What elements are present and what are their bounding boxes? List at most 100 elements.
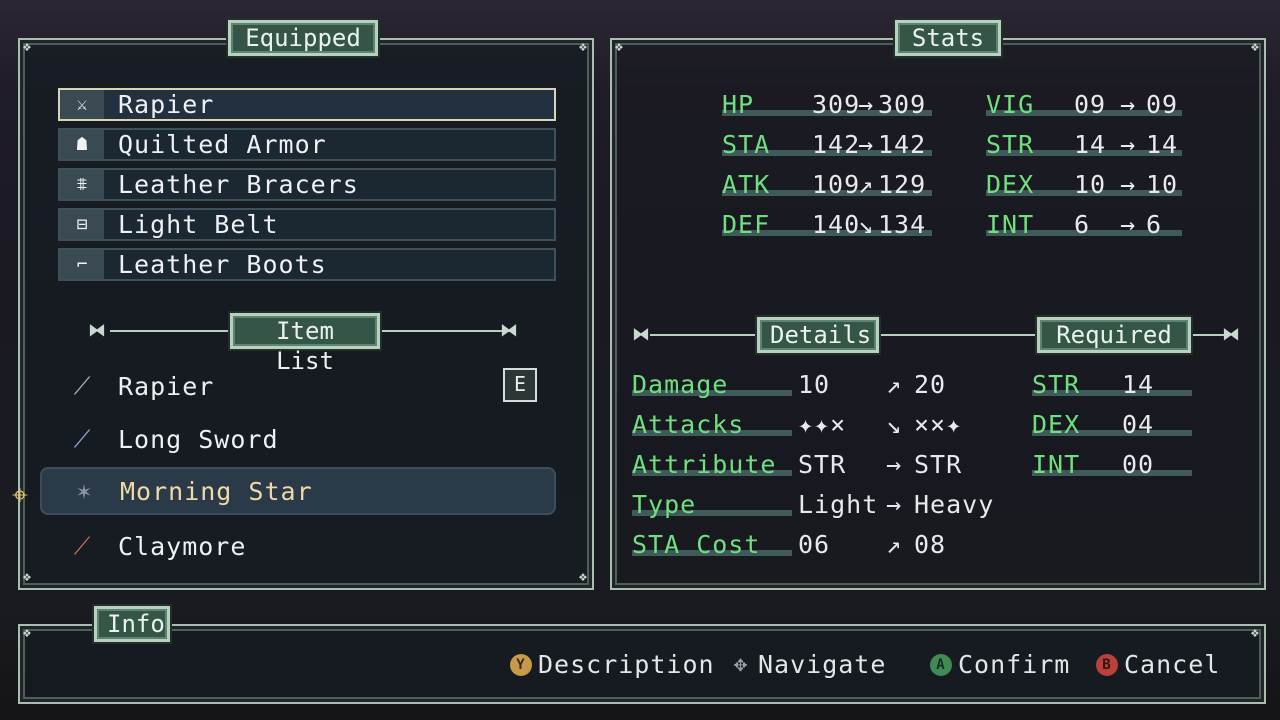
stat-label: STA (722, 130, 771, 159)
stat-label: ATK (722, 170, 771, 199)
equipped-slot-boots[interactable]: ⌐ Leather Boots (58, 248, 556, 281)
hint-confirm[interactable]: A Confirm (930, 650, 1070, 679)
y-button-icon: Y (510, 653, 532, 676)
equipped-slot-weapon[interactable]: ⚔ Rapier (58, 88, 556, 121)
stat-arrow-icon: → (858, 90, 875, 119)
item-label: Morning Star (120, 476, 313, 506)
detail-arrow-icon: → (886, 450, 903, 479)
divider-knot-icon: ⧓ (500, 320, 518, 341)
corner-ornament-icon: ❖ (22, 625, 32, 641)
divider-knot-icon: ⧓ (1222, 324, 1240, 345)
hint-description[interactable]: Y Description (510, 650, 715, 679)
detail-label: STA Cost (632, 530, 761, 559)
detail-arrow-icon: ↘ (886, 410, 903, 439)
hint-label: Confirm (958, 650, 1071, 679)
details-title: Details (757, 317, 879, 353)
detail-to: STR (914, 450, 963, 479)
detail-from: 10 (798, 370, 831, 399)
stat-from: 10 (1074, 170, 1107, 199)
equipped-title: Equipped (228, 20, 378, 56)
stat-from: 109 (812, 170, 861, 199)
equipped-slot-belt[interactable]: ⊟ Light Belt (58, 208, 556, 241)
hint-cancel[interactable]: B Cancel (1096, 650, 1220, 679)
stat-to: 14 (1146, 130, 1179, 159)
dpad-icon: ✥ (733, 651, 749, 677)
rapier-icon: ⟋ (73, 372, 91, 400)
detail-to: 08 (914, 530, 947, 559)
stat-arrow-icon: → (1120, 170, 1137, 199)
stat-from: 6 (1074, 210, 1091, 239)
stat-from: 14 (1074, 130, 1107, 159)
corner-ornament-icon: ❖ (22, 39, 32, 55)
boots-icon: ⌐ (60, 250, 104, 279)
stat-from: 309 (812, 90, 861, 119)
stat-label: INT (986, 210, 1035, 239)
corner-ornament-icon: ❖ (614, 39, 624, 55)
item-label: Rapier (118, 371, 215, 401)
equipped-badge: E (503, 368, 537, 402)
equipped-slot-label: Quilted Armor (118, 130, 327, 159)
detail-arrow-icon: → (886, 490, 903, 519)
detail-arrow-icon: ↗ (886, 530, 903, 559)
bracers-icon: ⩨ (60, 170, 104, 199)
stat-to: 6 (1146, 210, 1163, 239)
equipped-slot-bracers[interactable]: ⩨ Leather Bracers (58, 168, 556, 201)
stat-to: 309 (878, 90, 927, 119)
corner-ornament-icon: ❖ (22, 569, 32, 585)
info-title: Info (94, 606, 170, 642)
stat-arrow-icon: → (1120, 90, 1137, 119)
armor-icon: ☗ (60, 130, 104, 159)
stat-label: DEF (722, 210, 771, 239)
equipped-slot-armor[interactable]: ☗ Quilted Armor (58, 128, 556, 161)
b-button-icon: B (1096, 653, 1118, 676)
detail-to: ××✦ (914, 410, 963, 439)
selection-cursor-icon: ⌖ (12, 478, 28, 511)
stat-arrow-icon: → (1120, 210, 1137, 239)
a-button-icon: A (930, 653, 952, 676)
stat-to: 129 (878, 170, 927, 199)
item-list-row[interactable]: ⟋ Claymore (40, 522, 556, 570)
belt-icon: ⊟ (60, 210, 104, 239)
stat-arrow-icon: ↗ (858, 170, 875, 199)
required-label: STR (1032, 370, 1081, 399)
hint-navigate[interactable]: ✥ Navigate (730, 650, 886, 679)
stat-to: 134 (878, 210, 927, 239)
detail-from: 06 (798, 530, 831, 559)
corner-ornament-icon: ❖ (578, 39, 588, 55)
hint-label: Navigate (758, 650, 887, 679)
required-value: 14 (1122, 370, 1155, 399)
stat-arrow-icon: → (858, 130, 875, 159)
item-list-title: Item List (230, 313, 380, 375)
hint-label: Description (538, 650, 715, 679)
required-value: 00 (1122, 450, 1155, 479)
required-label: DEX (1032, 410, 1081, 439)
required-value: 04 (1122, 410, 1155, 439)
required-label: INT (1032, 450, 1081, 479)
stat-label: VIG (986, 90, 1035, 119)
item-list-row[interactable]: ⟋ Long Sword (40, 415, 556, 463)
detail-from: STR (798, 450, 847, 479)
stat-to: 10 (1146, 170, 1179, 199)
divider-knot-icon: ⧓ (632, 324, 650, 345)
stat-from: 140 (812, 210, 861, 239)
stat-arrow-icon: → (1120, 130, 1137, 159)
item-list-row[interactable]: ⟋ Rapier (40, 362, 556, 410)
item-label: Long Sword (118, 424, 279, 454)
item-list-row-selected[interactable]: ✶ Morning Star (40, 467, 556, 515)
stats-title: Stats (895, 20, 1001, 56)
required-title: Required (1037, 317, 1191, 353)
stat-label: HP (722, 90, 755, 119)
divider-knot-icon: ⧓ (88, 320, 106, 341)
stat-from: 09 (1074, 90, 1107, 119)
equipped-slot-label: Rapier (118, 90, 215, 119)
equipped-slot-label: Light Belt (118, 210, 279, 239)
hint-label: Cancel (1124, 650, 1221, 679)
stat-to: 09 (1146, 90, 1179, 119)
claymore-icon: ⟋ (73, 532, 91, 560)
item-label: Claymore (118, 531, 247, 561)
detail-from: ✦✦× (798, 410, 847, 439)
equipped-slot-label: Leather Bracers (118, 170, 359, 199)
detail-from: Light (798, 490, 879, 519)
stat-arrow-icon: ↘ (858, 210, 875, 239)
corner-ornament-icon: ❖ (1250, 625, 1260, 641)
